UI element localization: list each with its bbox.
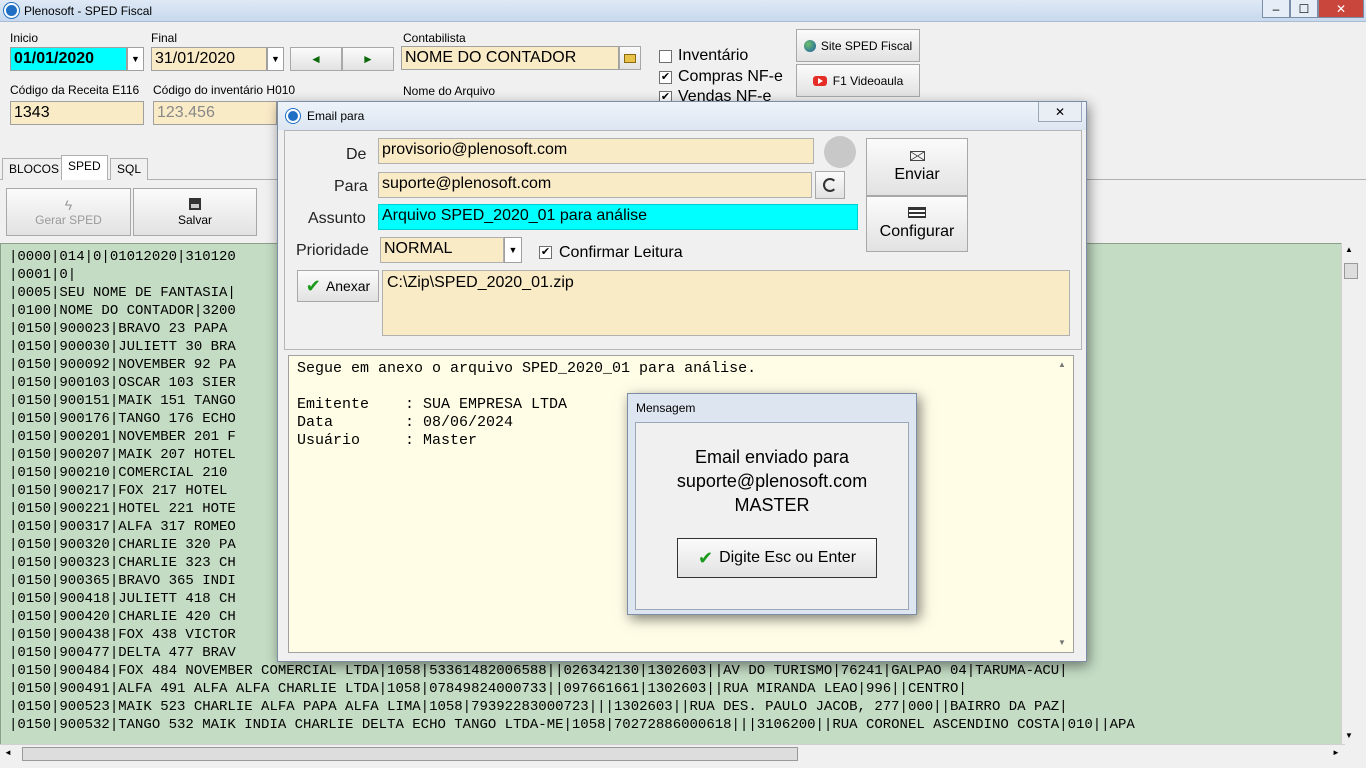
- anexar-button[interactable]: ✔ Anexar: [297, 270, 379, 302]
- youtube-icon: [812, 75, 827, 86]
- final-dropdown-icon[interactable]: ▼: [267, 47, 284, 71]
- app-icon: [4, 3, 19, 18]
- contabilista-label: Contabilista: [403, 31, 466, 45]
- inventario-checkbox[interactable]: [659, 50, 672, 63]
- message-dialog-title: Mensagem: [636, 401, 696, 415]
- sped-line: |0150|900491|ALFA 491 ALFA ALFA CHARLIE …: [9, 681, 967, 697]
- scroll-left-icon[interactable]: ◄: [4, 748, 12, 757]
- configurar-label: Configurar: [879, 223, 955, 240]
- arrow-right-icon: ►: [362, 52, 374, 66]
- checkmark-icon: ✔: [305, 275, 321, 296]
- editor-horizontal-scrollbar[interactable]: ◄ ►: [0, 744, 1345, 763]
- sped-line: |0150|900532|TANGO 532 MAIK INDIA CHARLI…: [9, 717, 1135, 733]
- final-label: Final: [151, 31, 178, 45]
- checkmark-icon: ✔: [697, 547, 714, 568]
- message-body: Email enviado para suporte@plenosoft.com…: [635, 422, 909, 610]
- videoaula-label: F1 Videoaula: [832, 73, 904, 88]
- window-title: Plenosoft - SPED Fiscal: [24, 4, 153, 18]
- para-field[interactable]: suporte@plenosoft.com: [378, 172, 812, 198]
- digite-esc-label: Digite Esc ou Enter: [719, 549, 857, 566]
- tab-blocos[interactable]: BLOCOS: [2, 158, 67, 180]
- folder-icon[interactable]: [619, 46, 641, 70]
- avatar: [824, 136, 856, 168]
- site-sped-label: Site SPED Fiscal: [820, 38, 913, 53]
- site-sped-button[interactable]: Site SPED Fiscal: [796, 29, 920, 62]
- prioridade-label: Prioridade: [296, 242, 369, 259]
- anexo-field[interactable]: C:\Zip\SPED_2020_01.zip: [382, 270, 1070, 336]
- arrow-left-icon: ◄: [310, 52, 322, 66]
- compras-nfe-checkbox[interactable]: ✔: [659, 71, 672, 84]
- scroll-up-icon[interactable]: ▲: [1345, 245, 1353, 254]
- codigo-inventario-field[interactable]: 123.456: [153, 101, 277, 125]
- message-dialog: Mensagem Email enviado para suporte@plen…: [627, 393, 917, 615]
- codigo-receita-label: Código da Receita E116: [10, 83, 140, 97]
- lightning-icon: ϟ: [64, 197, 73, 213]
- maximize-button[interactable]: ☐: [1290, 0, 1318, 18]
- email-dialog-title: Email para: [307, 109, 365, 123]
- message-text: Email enviado para suporte@plenosoft.com…: [636, 445, 908, 517]
- window-titlebar: Plenosoft - SPED Fiscal – ☐ ✕: [0, 0, 1366, 22]
- contabilista-field[interactable]: NOME DO CONTADOR: [401, 46, 619, 70]
- confirmar-leitura-label: Confirmar Leitura: [559, 244, 683, 261]
- enviar-button[interactable]: Enviar: [866, 138, 968, 196]
- next-period-button[interactable]: ►: [342, 47, 394, 71]
- enviar-label: Enviar: [894, 165, 940, 183]
- app-icon: [286, 109, 300, 123]
- email-dialog-titlebar: Email para ✕: [278, 102, 1086, 130]
- scroll-right-icon[interactable]: ►: [1332, 748, 1340, 757]
- vertical-scroll-thumb[interactable]: [1344, 263, 1358, 279]
- tab-sql[interactable]: SQL: [110, 158, 149, 180]
- contacts-button[interactable]: [815, 171, 845, 199]
- digite-esc-button[interactable]: ✔ Digite Esc ou Enter: [677, 538, 877, 578]
- body-scroll-down-icon[interactable]: ▼: [1058, 638, 1066, 647]
- scroll-down-icon[interactable]: ▼: [1345, 731, 1353, 740]
- inicio-dropdown-icon[interactable]: ▼: [127, 47, 144, 71]
- horizontal-scroll-thumb[interactable]: [22, 747, 798, 761]
- body-scroll-up-icon[interactable]: ▲: [1058, 360, 1066, 369]
- videoaula-button[interactable]: F1 Videoaula: [796, 64, 920, 97]
- vendas-nfe-label: Vendas NF-e: [678, 88, 772, 101]
- prioridade-select[interactable]: NORMAL: [380, 237, 504, 263]
- sped-line: |0150|900523|MAIK 523 CHARLIE ALFA PAPA …: [9, 699, 1068, 715]
- salvar-label: Salvar: [177, 212, 212, 227]
- configurar-button[interactable]: Configurar: [866, 196, 968, 252]
- envelope-icon: [909, 150, 925, 161]
- tab-sped[interactable]: SPED: [61, 155, 108, 180]
- nome-arquivo-label: Nome do Arquivo: [403, 84, 496, 98]
- save-icon: [189, 197, 201, 210]
- prev-period-button[interactable]: ◄: [290, 47, 342, 71]
- compras-nfe-label: Compras NF-e: [678, 68, 783, 85]
- salvar-button[interactable]: Salvar: [133, 188, 257, 236]
- minimize-button[interactable]: –: [1262, 0, 1290, 18]
- globe-icon: [803, 39, 816, 52]
- message-line-3: MASTER: [734, 495, 810, 515]
- assunto-label: Assunto: [308, 210, 366, 227]
- editor-vertical-scrollbar[interactable]: ▲ ▼: [1341, 243, 1360, 745]
- inventario-label: Inventário: [678, 47, 749, 64]
- message-line-2: suporte@plenosoft.com: [676, 471, 868, 491]
- final-date-field[interactable]: 31/01/2020: [151, 47, 267, 71]
- email-dialog-close-button[interactable]: ✕: [1038, 102, 1082, 122]
- de-label: De: [346, 146, 367, 163]
- anexar-label: Anexar: [325, 278, 371, 294]
- close-button[interactable]: ✕: [1318, 0, 1364, 18]
- assunto-field[interactable]: Arquivo SPED_2020_01 para análise: [378, 204, 858, 230]
- codigo-receita-field[interactable]: 1343: [10, 101, 144, 125]
- message-line-1: Email enviado para: [694, 447, 850, 467]
- de-field[interactable]: provisorio@plenosoft.com: [378, 138, 814, 164]
- gerar-sped-label: Gerar SPED: [35, 213, 102, 227]
- settings-icon: [908, 207, 926, 218]
- inicio-label: Inicio: [10, 31, 39, 45]
- prioridade-dropdown-icon[interactable]: ▼: [504, 237, 522, 263]
- email-body-line: Segue em anexo o arquivo SPED_2020_01 pa…: [297, 360, 757, 377]
- confirmar-leitura-checkbox[interactable]: ✔: [539, 246, 552, 259]
- para-label: Para: [334, 178, 368, 195]
- gerar-sped-button[interactable]: ϟ Gerar SPED: [6, 188, 131, 236]
- codigo-inventario-label: Código do inventário H010: [153, 83, 296, 97]
- inicio-date-field[interactable]: 01/01/2020: [10, 47, 127, 71]
- refresh-icon: [823, 178, 837, 192]
- sped-line: |0150|900484|FOX 484 NOVEMBER COMERCIAL …: [9, 663, 1068, 679]
